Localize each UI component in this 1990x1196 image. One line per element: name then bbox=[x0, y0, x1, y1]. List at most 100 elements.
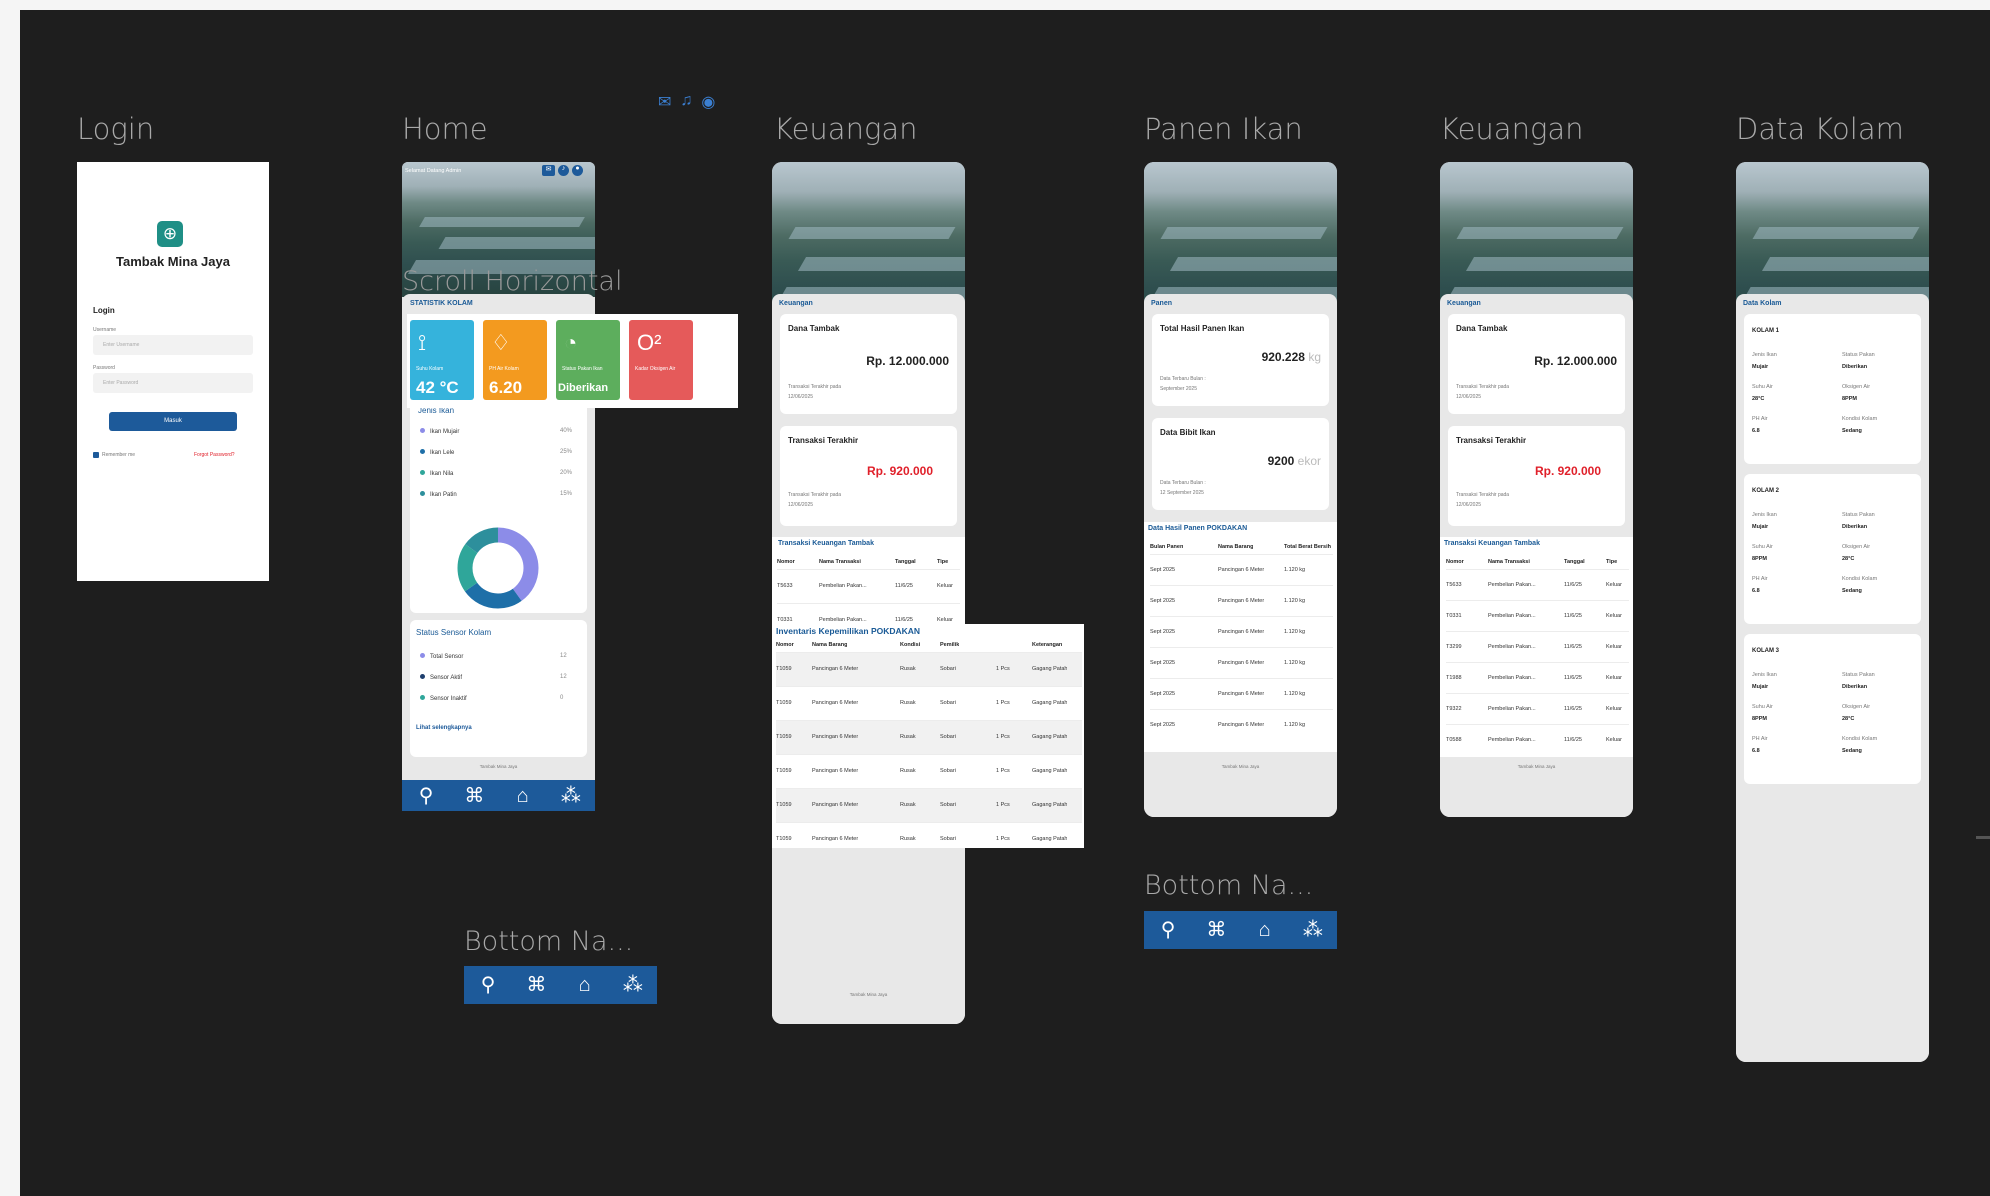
stat-value: 42 °C bbox=[416, 378, 459, 397]
kolam-name: KOLAM 2 bbox=[1752, 488, 1779, 494]
table-header-cell: Nama Barang bbox=[812, 642, 848, 648]
table-row[interactable]: T1059 Pancingan 6 Meter Rusak Sobari 1 Pcs Ga… bbox=[776, 686, 1082, 720]
table-cell: T1059 bbox=[776, 666, 792, 672]
table-cell: Pancingan 6 Meter bbox=[812, 666, 859, 672]
jenis-ikan-card: Jenis Ikan Ikan Mujair 40% Ikan Lele 25% Ika… bbox=[410, 398, 587, 613]
legend-dot bbox=[420, 491, 425, 496]
table-cell: Sept 2025 bbox=[1150, 628, 1176, 635]
stat-title: STATISTIK KOLAM bbox=[410, 300, 473, 307]
password-input[interactable]: Enter Password bbox=[93, 373, 253, 393]
table-row[interactable]: T0588 Pembelian Pakan... 11/6/25 Keluar bbox=[1446, 724, 1629, 755]
user-icon[interactable]: ◉ bbox=[701, 92, 715, 112]
bell-icon[interactable]: ♪ bbox=[558, 165, 569, 176]
fish-icon[interactable]: ⌘ bbox=[460, 786, 488, 806]
home-icon[interactable]: ⌂ bbox=[509, 786, 537, 806]
table-cell: Gagang Patah bbox=[1032, 802, 1068, 808]
total-value: 920.228 bbox=[1261, 350, 1305, 364]
kolam-value: 8PPM bbox=[1752, 716, 1767, 722]
login-submit-button[interactable]: Masuk bbox=[109, 412, 237, 431]
table-cell: Keluar bbox=[1606, 736, 1622, 743]
table-row[interactable]: T1059 Pancingan 6 Meter Rusak Sobari 1 Pcs Ga… bbox=[776, 754, 1082, 788]
inventory-icon[interactable]: ⁂ bbox=[557, 786, 585, 806]
table-cell: Pembelian Pakan... bbox=[1488, 612, 1536, 619]
mail-icon[interactable]: ✉ bbox=[658, 92, 671, 112]
pond-icon[interactable]: ⚲ bbox=[1154, 920, 1182, 940]
table-header-cell: Keterangan bbox=[1032, 642, 1063, 648]
table-row[interactable]: T9322 Pembelian Pakan... 11/6/25 Keluar bbox=[1446, 693, 1629, 724]
table-row[interactable]: Sept 2025 Pancingan 6 Meter 1.120 kg bbox=[1150, 678, 1333, 709]
table-cell: Pancingan 6 Meter bbox=[812, 836, 859, 842]
home-icon[interactable]: ⌂ bbox=[1251, 920, 1279, 940]
table-header-cell: Kondisi bbox=[900, 642, 921, 648]
fish-icon[interactable]: ⌘ bbox=[522, 975, 550, 995]
table-cell: 1 Pcs bbox=[996, 700, 1010, 706]
inventory-icon[interactable]: ⁂ bbox=[619, 975, 647, 995]
fish-icon[interactable]: ⌘ bbox=[1202, 920, 1230, 940]
table-header-cell: Nomor bbox=[1446, 559, 1464, 565]
table-row[interactable]: Sept 2025 Pancingan 6 Meter 1.120 kg bbox=[1150, 585, 1333, 616]
user-icon[interactable]: ● bbox=[572, 165, 583, 176]
table-row[interactable]: T1059 Pancingan 6 Meter Rusak Sobari 1 Pcs Ga… bbox=[776, 720, 1082, 754]
legend-dot bbox=[420, 695, 425, 700]
username-input[interactable]: Enter Username bbox=[93, 335, 253, 355]
stat-tile: feed-icon◔Status Pakan IkanDiberikan bbox=[556, 320, 620, 400]
sensor-row: Sensor Aktif 12 bbox=[420, 674, 567, 681]
table-cell: Sobari bbox=[940, 768, 956, 774]
kolam-card[interactable]: KOLAM 1 Jenis Ikan Status Pakan Mujair Diber… bbox=[1744, 314, 1921, 464]
bibit-note: Data Terbaru Bulan : bbox=[1160, 480, 1206, 486]
table-cell: T1059 bbox=[776, 768, 792, 774]
frame-title-data-kolam: Data Kolam bbox=[1736, 112, 1904, 146]
thermometer-icon-glyph: ⟟ bbox=[418, 330, 427, 355]
top-icon-group: ✉ ♫ ◉ bbox=[658, 92, 715, 112]
table-row[interactable]: T5633 Pembelian Pakan... 11/6/25 Keluar bbox=[777, 569, 960, 603]
table-cell: T3299 bbox=[1446, 643, 1462, 650]
jenis-ikan-row: Ikan Patin 15% bbox=[420, 491, 572, 498]
table-row[interactable]: T3299 Pembelian Pakan... 11/6/25 Keluar bbox=[1446, 631, 1629, 662]
bell-icon[interactable]: ♫ bbox=[680, 92, 692, 112]
table-cell: Sobari bbox=[940, 802, 956, 808]
table-row[interactable]: Sept 2025 Pancingan 6 Meter 1.120 kg bbox=[1150, 616, 1333, 647]
table-row[interactable]: T5633 Pembelian Pakan... 11/6/25 Keluar bbox=[1446, 569, 1629, 600]
kolam-value: Diberikan bbox=[1842, 364, 1868, 370]
jenis-pct: 15% bbox=[560, 491, 573, 497]
table-cell: Gagang Patah bbox=[1032, 700, 1068, 706]
table-row[interactable]: T1059 Pancingan 6 Meter Rusak Sobari 1 Pcs Ga… bbox=[776, 652, 1082, 686]
pond-icon[interactable]: ⚲ bbox=[412, 786, 440, 806]
login-screen: ⊕ Tambak Mina Jaya Login Username Enter … bbox=[77, 162, 269, 581]
trans-title: Transaksi Terakhir bbox=[1456, 436, 1527, 445]
kolam-key: Oksigen Air bbox=[1842, 544, 1871, 550]
pond-icon[interactable]: ⚲ bbox=[474, 975, 502, 995]
remember-checkbox[interactable] bbox=[93, 452, 99, 458]
table-row[interactable]: Sept 2025 Pancingan 6 Meter 1.120 kg bbox=[1150, 647, 1333, 678]
home-top-icons: ✉ ♪ ● bbox=[542, 165, 583, 176]
table-row[interactable]: T1059 Pancingan 6 Meter Rusak Sobari 1 Pcs Ga… bbox=[776, 788, 1082, 822]
frame-title-panen: Panen Ikan bbox=[1144, 112, 1303, 146]
inventaris-table[interactable]: Inventaris Kepemilikan POKDAKAN Nomor Nam… bbox=[772, 624, 1084, 848]
dana-date: 12/06/2025 bbox=[1456, 394, 1482, 400]
panen-table: Data Hasil Panen POKDAKAN Bulan Panen Nam… bbox=[1144, 522, 1337, 752]
kolam-value: 6.8 bbox=[1752, 428, 1760, 434]
kolam-key: PH Air bbox=[1752, 416, 1768, 422]
forgot-password-link[interactable]: Forgot Password? bbox=[194, 452, 235, 458]
kolam-value: Sedang bbox=[1842, 748, 1862, 754]
inventory-icon[interactable]: ⁂ bbox=[1299, 920, 1327, 940]
table-row[interactable]: T0331 Pembelian Pakan... 11/6/25 Keluar bbox=[1446, 600, 1629, 631]
table-row[interactable]: T1059 Pancingan 6 Meter Rusak Sobari 1 Pcs Ga… bbox=[776, 822, 1082, 856]
table-cell: 11/6/25 bbox=[1564, 643, 1582, 650]
legend-dot bbox=[420, 653, 425, 658]
kolam-card[interactable]: KOLAM 2 Jenis Ikan Status Pakan Mujair Diber… bbox=[1744, 474, 1921, 624]
stat-scroll-row[interactable]: thermometer-icon⟟Suhu Kolam42 °Cdroplets… bbox=[407, 314, 738, 408]
sensor-detail-link[interactable]: Lihat selengkapnya bbox=[416, 725, 472, 731]
mail-icon[interactable]: ✉ bbox=[542, 165, 555, 176]
table-row[interactable]: T1988 Pembelian Pakan... 11/6/25 Keluar bbox=[1446, 662, 1629, 693]
home-footer: Tambak Mina Jaya bbox=[479, 764, 518, 769]
table-cell: Pancingan 6 Meter bbox=[812, 734, 859, 740]
table-header-cell: Pemilik bbox=[940, 642, 960, 648]
total-unit: kg bbox=[1308, 350, 1321, 364]
kolam-card[interactable]: KOLAM 3 Jenis Ikan Status Pakan Mujair Diber… bbox=[1744, 634, 1921, 784]
bibit-value-wrap: 9200 ekor bbox=[1268, 454, 1321, 468]
jenis-pct: 25% bbox=[560, 449, 573, 455]
home-icon[interactable]: ⌂ bbox=[571, 975, 599, 995]
table-row[interactable]: Sept 2025 Pancingan 6 Meter 1.120 kg bbox=[1150, 554, 1333, 585]
table-row[interactable]: Sept 2025 Pancingan 6 Meter 1.120 kg bbox=[1150, 709, 1333, 740]
